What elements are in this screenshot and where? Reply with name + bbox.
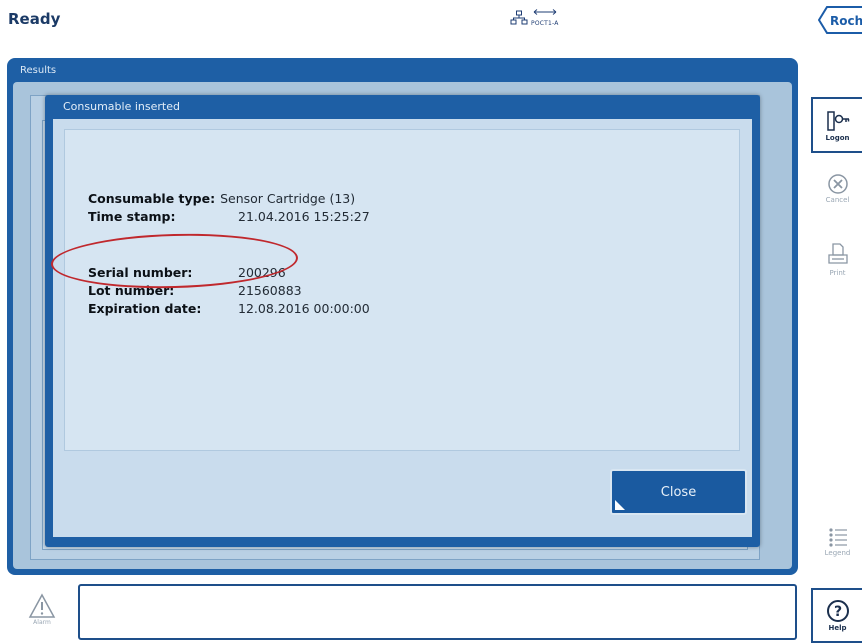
dialog-title: Consumable inserted [63,100,180,113]
expiration-date-row: Expiration date: 12.08.2016 00:00:00 [88,301,370,316]
screen-title: Results [20,65,57,76]
network-status: POCT1-A [510,9,559,27]
consumable-type-row: Consumable type: Sensor Cartridge (13) [88,191,355,206]
dialog-body: Consumable type: Sensor Cartridge (13) T… [53,119,752,537]
network-protocol-label: POCT1-A [531,20,559,27]
brand-logo-text: Roche [830,14,862,28]
help-button[interactable]: ? Help [811,588,862,643]
svg-text:?: ? [833,604,841,620]
button-corner-marker [615,500,625,510]
logon-button[interactable]: Logon [811,97,862,153]
logon-label: Logon [825,133,850,142]
cancel-button[interactable]: Cancel [813,173,862,219]
close-button-label: Close [660,484,697,500]
help-circle-icon: ? [826,600,849,622]
row-value: 21.04.2016 15:25:27 [238,209,370,224]
legend-label: Legend [824,549,851,557]
print-label: Print [829,269,846,277]
legend-list-icon [828,528,847,547]
help-label: Help [828,624,847,632]
warning-triangle-icon [28,593,56,618]
consumable-dialog: Consumable inserted Consumable type: Sen… [45,95,760,547]
consumable-info-panel: Consumable type: Sensor Cartridge (13) T… [64,129,740,451]
row-label: Expiration date: [88,301,202,316]
row-value: 21560883 [238,283,302,298]
status-text: Ready [8,10,61,28]
close-button[interactable]: Close [610,469,747,515]
time-stamp-row: Time stamp: 21.04.2016 15:25:27 [88,209,370,224]
cancel-circle-icon [827,174,848,194]
brand-logo: Roche [817,5,862,35]
cancel-label: Cancel [825,196,850,204]
printer-icon [827,243,848,264]
row-label: Time stamp: [88,209,176,224]
key-icon [826,110,849,131]
row-value: 12.08.2016 00:00:00 [238,301,370,316]
network-icon [510,10,528,25]
print-button[interactable]: Print [813,242,862,292]
alarm-button[interactable]: Alarm [24,593,60,637]
message-bar [78,584,797,640]
transfer-arrow-icon [533,9,557,15]
row-label: Consumable type: [88,191,216,206]
legend-button[interactable]: Legend [813,526,862,572]
alarm-label: Alarm [33,619,51,626]
row-value: Sensor Cartridge (13) [220,191,356,206]
